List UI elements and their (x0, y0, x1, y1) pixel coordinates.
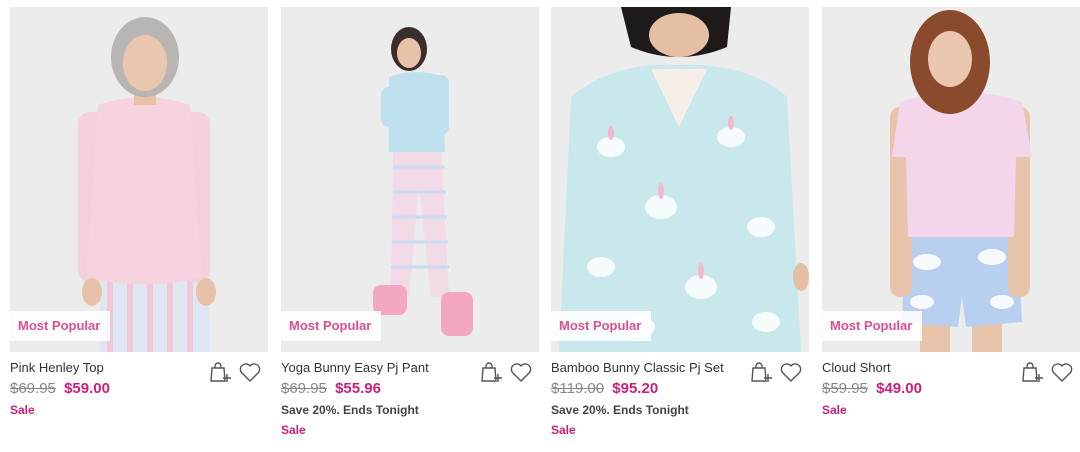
sale-label: Sale (822, 403, 847, 417)
heart-icon[interactable] (779, 360, 803, 384)
product-card[interactable]: Most Popular Bamboo Bunny Classic Pj Set… (551, 7, 809, 438)
sale-label: Sale (10, 403, 35, 417)
product-card[interactable]: Most Popular Cloud Short $59.95 $49.00 S… (822, 7, 1080, 418)
sale-price: $49.00 (876, 380, 922, 397)
most-popular-badge: Most Popular (822, 311, 923, 341)
original-price: $59.95 (822, 380, 868, 397)
original-price: $119.00 (551, 380, 605, 397)
product-image[interactable]: Most Popular (281, 7, 539, 352)
original-price: $69.95 (10, 380, 56, 397)
heart-icon[interactable] (509, 360, 533, 384)
heart-icon[interactable] (1050, 360, 1074, 384)
most-popular-badge: Most Popular (551, 311, 652, 341)
product-grid: Most Popular Pink Henley Top $69.95 $59.… (0, 0, 1080, 452)
product-actions (479, 360, 533, 384)
promo-text: Save 20%. Ends Tonight (281, 403, 419, 417)
product-info: Yoga Bunny Easy Pj Pant $69.95 $55.96 Sa… (281, 360, 539, 438)
sale-price: $59.00 (64, 380, 110, 397)
product-image[interactable]: Most Popular (10, 7, 268, 352)
most-popular-badge: Most Popular (281, 311, 382, 341)
sale-label: Sale (551, 423, 576, 437)
most-popular-badge: Most Popular (10, 311, 111, 341)
product-card[interactable]: Most Popular Pink Henley Top $69.95 $59.… (10, 7, 268, 418)
add-to-bag-icon[interactable] (479, 360, 503, 384)
add-to-bag-icon[interactable] (749, 360, 773, 384)
product-card[interactable]: Most Popular Yoga Bunny Easy Pj Pant $69… (281, 7, 539, 438)
product-actions (1020, 360, 1074, 384)
product-image[interactable]: Most Popular (822, 7, 1080, 352)
add-to-bag-icon[interactable] (1020, 360, 1044, 384)
product-actions (749, 360, 803, 384)
sale-label: Sale (281, 423, 306, 437)
sale-price: $55.96 (335, 380, 381, 397)
heart-icon[interactable] (238, 360, 262, 384)
product-info: Pink Henley Top $69.95 $59.00 Sale (10, 360, 268, 418)
sale-price: $95.20 (612, 380, 659, 397)
original-price: $69.95 (281, 380, 327, 397)
add-to-bag-icon[interactable] (208, 360, 232, 384)
product-actions (208, 360, 262, 384)
product-info: Cloud Short $59.95 $49.00 Sale (822, 360, 1080, 418)
product-image[interactable]: Most Popular (551, 7, 809, 352)
product-info: Bamboo Bunny Classic Pj Set $119.00 $95.… (551, 360, 809, 438)
promo-text: Save 20%. Ends Tonight (551, 403, 689, 417)
